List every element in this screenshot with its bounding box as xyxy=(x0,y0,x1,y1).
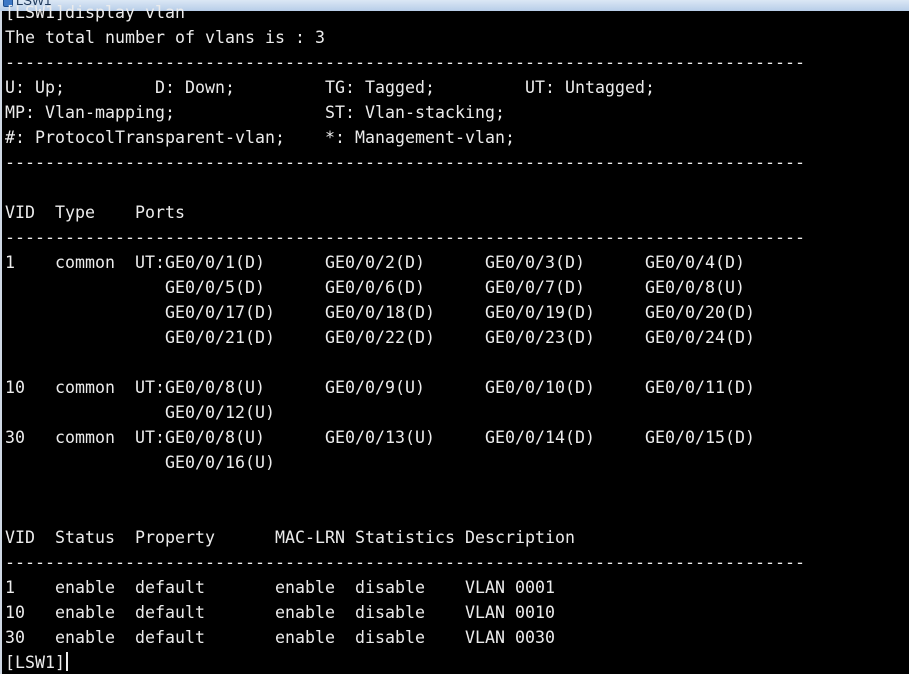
ports-table-row: GE0/0/17(D) GE0/0/18(D) GE0/0/19(D) GE0/… xyxy=(5,303,755,322)
terminal-output[interactable]: [LSW1]display vlan The total number of v… xyxy=(5,0,905,674)
command-prompt-line[interactable]: [LSW1] xyxy=(5,650,68,674)
separator-line: ----------------------------------------… xyxy=(5,153,805,172)
status-table-header: VID Status Property MAC-LRN Statistics D… xyxy=(5,528,575,547)
separator-line: ----------------------------------------… xyxy=(5,553,805,572)
text-cursor xyxy=(66,652,68,671)
ports-table-row: GE0/0/12(U) xyxy=(5,403,275,422)
legend-line: U: Up; D: Down; TG: Tagged; UT: Untagged… xyxy=(5,78,655,97)
ports-table-row: GE0/0/16(U) xyxy=(5,453,275,472)
status-table-row: 10 enable default enable disable VLAN 00… xyxy=(5,603,555,622)
legend-line: MP: Vlan-mapping; ST: Vlan-stacking; xyxy=(5,103,505,122)
separator-line: ----------------------------------------… xyxy=(5,228,805,247)
ports-table-row: GE0/0/21(D) GE0/0/22(D) GE0/0/23(D) GE0/… xyxy=(5,328,755,347)
separator-line: ----------------------------------------… xyxy=(5,53,805,72)
ports-table-row: 30 common UT:GE0/0/8(U) GE0/0/13(U) GE0/… xyxy=(5,428,755,447)
status-table-row: 30 enable default enable disable VLAN 00… xyxy=(5,628,555,647)
legend-line: #: ProtocolTransparent-vlan; *: Manageme… xyxy=(5,128,515,147)
ports-table-header: VID Type Ports xyxy=(5,203,185,222)
ports-table-row: 1 common UT:GE0/0/1(D) GE0/0/2(D) GE0/0/… xyxy=(5,253,745,272)
command-prompt: [LSW1] xyxy=(5,653,65,672)
ports-table-row: 10 common UT:GE0/0/8(U) GE0/0/9(U) GE0/0… xyxy=(5,378,755,397)
status-table-row: 1 enable default enable disable VLAN 000… xyxy=(5,578,555,597)
ports-table-row: GE0/0/5(D) GE0/0/6(D) GE0/0/7(D) GE0/0/8… xyxy=(5,278,745,297)
command-echo-line: [LSW1]display vlan xyxy=(5,3,185,22)
window-frame-left xyxy=(0,11,2,674)
vlan-count-line: The total number of vlans is : 3 xyxy=(5,28,325,47)
